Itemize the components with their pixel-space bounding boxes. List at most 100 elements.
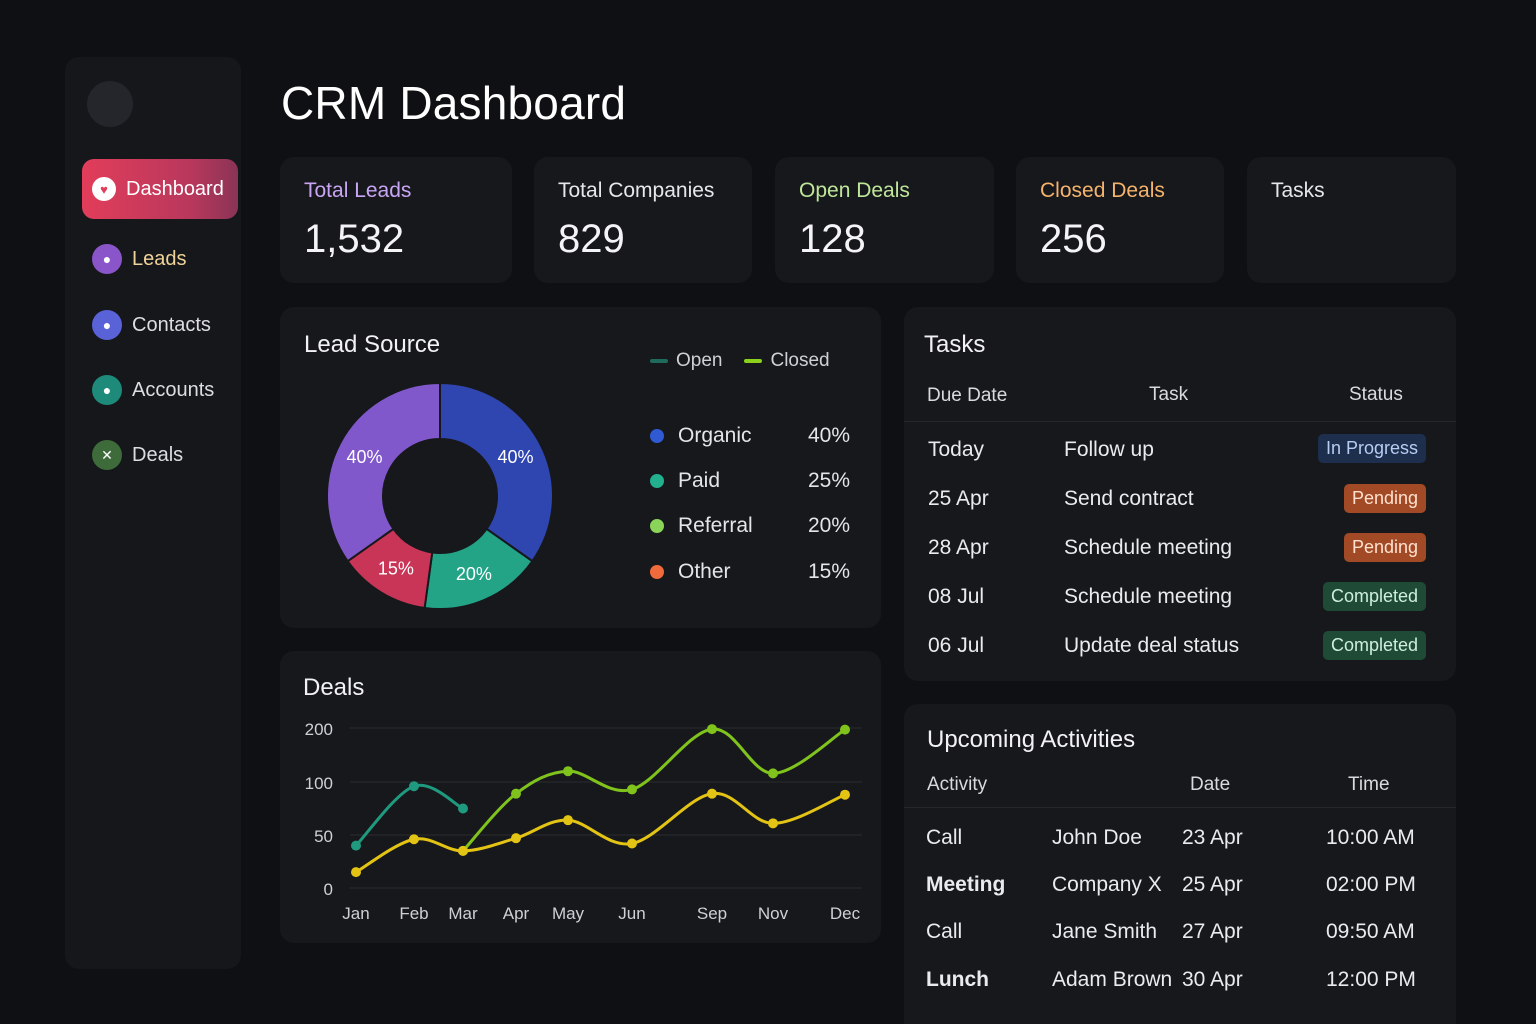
legend-swatch <box>744 359 763 363</box>
activity-date: 30 Apr <box>1182 968 1243 991</box>
source-row: Referral 20% <box>650 514 850 538</box>
sidebar-item-accounts[interactable]: ● Accounts <box>82 360 238 420</box>
user-icon: ● <box>92 244 122 274</box>
sidebar-item-label: Contacts <box>132 313 211 336</box>
donut-slice[interactable] <box>439 381 554 563</box>
activity-type: Call <box>926 826 963 849</box>
data-point[interactable] <box>627 784 637 795</box>
x-tick-label: Dec <box>830 904 861 923</box>
source-label: Organic <box>678 424 752 447</box>
column-header-date[interactable]: Date <box>1190 774 1230 796</box>
task-name: Schedule meeting <box>1064 536 1233 559</box>
task-name: Update deal status <box>1064 634 1240 657</box>
source-row: Paid 25% <box>650 469 850 493</box>
activity-type: Meeting <box>926 873 1006 896</box>
data-point[interactable] <box>840 789 850 800</box>
source-dot <box>650 474 664 488</box>
sidebar-item-contacts[interactable]: ● Contacts <box>82 295 238 355</box>
y-tick-label: 0 <box>324 880 333 899</box>
kpi-label: Total Leads <box>304 179 412 202</box>
series-line <box>355 792 846 874</box>
card-title: Lead Source <box>304 331 441 358</box>
divider <box>904 807 1456 808</box>
data-point[interactable] <box>409 834 419 845</box>
page-title: CRM Dashboard <box>281 77 627 129</box>
activity-type: Call <box>926 920 963 943</box>
data-point[interactable] <box>458 803 468 814</box>
x-tick-label: Mar <box>448 904 478 923</box>
activity-time: 10:00 AM <box>1326 826 1415 849</box>
kpi-card-total-leads[interactable]: Total Leads 1,532 <box>280 157 512 283</box>
status-badge: Pending <box>1343 484 1426 513</box>
data-point[interactable] <box>409 781 419 792</box>
deals-line-chart: 200 100 50 0 Jan Feb Mar Apr May Jun Sep Nov Dec <box>305 720 862 923</box>
source-pct: 15% <box>807 560 850 583</box>
data-point[interactable] <box>511 788 521 799</box>
column-header-time[interactable]: Time <box>1348 774 1390 796</box>
column-header-status[interactable]: Status <box>1349 384 1403 406</box>
x-tick-label: Feb <box>399 904 428 923</box>
data-point[interactable] <box>707 788 717 799</box>
legend-swatch <box>650 359 668 363</box>
source-label: Paid <box>678 469 721 492</box>
data-point[interactable] <box>511 833 521 844</box>
data-point[interactable] <box>707 724 717 735</box>
sidebar-item-deals[interactable]: ✕ Deals <box>82 425 238 485</box>
slice-label: 15% <box>378 559 414 579</box>
source-pct: 20% <box>807 514 850 537</box>
kpi-card-total-companies[interactable]: Total Companies 829 <box>534 157 752 283</box>
kpi-card-tasks[interactable]: Tasks <box>1247 157 1456 283</box>
task-name: Follow up <box>1064 438 1154 461</box>
sidebar-item-label: Leads <box>132 247 187 270</box>
series-line <box>354 783 464 847</box>
x-tick-label: Sep <box>697 904 727 923</box>
activity-who: Company X <box>1052 873 1162 896</box>
donut-slice[interactable] <box>326 381 441 563</box>
task-due: Today <box>928 438 985 461</box>
upcoming-activities-card: Upcoming Activities Activity Date Time C… <box>904 704 1456 1024</box>
column-header-due[interactable]: Due Date <box>927 385 1007 407</box>
deals-card: Deals 200 100 50 0 Jan Feb Mar Apr May Jun Sep Nov D… <box>280 651 881 943</box>
sidebar-item-label: Deals <box>132 443 184 466</box>
kpi-label: Tasks <box>1271 179 1325 202</box>
source-dot <box>650 429 664 443</box>
chart-legend: Open Closed <box>650 350 830 372</box>
kpi-card-open-deals[interactable]: Open Deals 128 <box>775 157 994 283</box>
card-title: Tasks <box>924 331 986 358</box>
data-point[interactable] <box>840 724 850 735</box>
column-header-activity[interactable]: Activity <box>927 774 987 796</box>
data-point[interactable] <box>563 815 573 826</box>
close-icon: ✕ <box>92 440 122 470</box>
status-badge: Completed <box>1322 582 1426 611</box>
column-header-task[interactable]: Task <box>1149 384 1188 406</box>
activity-who: Adam Brown <box>1052 968 1173 991</box>
kpi-label: Total Companies <box>558 179 715 202</box>
data-point[interactable] <box>627 838 637 849</box>
source-row: Other 15% <box>650 560 850 584</box>
x-tick-label: Nov <box>758 904 789 923</box>
kpi-label: Closed Deals <box>1040 179 1165 202</box>
user-icon: ● <box>92 375 122 405</box>
legend-label: Open <box>676 350 723 371</box>
data-point[interactable] <box>351 867 361 878</box>
kpi-label: Open Deals <box>799 179 910 202</box>
y-tick-label: 50 <box>314 827 333 846</box>
heart-icon: ♥ <box>92 177 116 201</box>
activity-time: 09:50 AM <box>1326 920 1415 943</box>
sidebar-item-leads[interactable]: ● Leads <box>82 229 238 289</box>
task-due: 06 Jul <box>928 634 985 657</box>
sidebar-item-dashboard[interactable]: ♥ Dashboard <box>82 159 238 219</box>
data-point[interactable] <box>458 845 468 856</box>
data-point[interactable] <box>563 766 573 777</box>
legend-label: Closed <box>770 350 830 371</box>
activity-date: 23 Apr <box>1182 826 1243 849</box>
data-point[interactable] <box>768 818 778 829</box>
activity-date: 25 Apr <box>1182 873 1243 896</box>
kpi-card-closed-deals[interactable]: Closed Deals 256 <box>1016 157 1224 283</box>
data-point[interactable] <box>768 768 778 779</box>
data-point[interactable] <box>351 840 361 851</box>
slice-label: 40% <box>497 447 533 467</box>
task-due: 08 Jul <box>928 585 985 608</box>
avatar[interactable] <box>87 81 133 127</box>
source-dot <box>650 565 664 579</box>
